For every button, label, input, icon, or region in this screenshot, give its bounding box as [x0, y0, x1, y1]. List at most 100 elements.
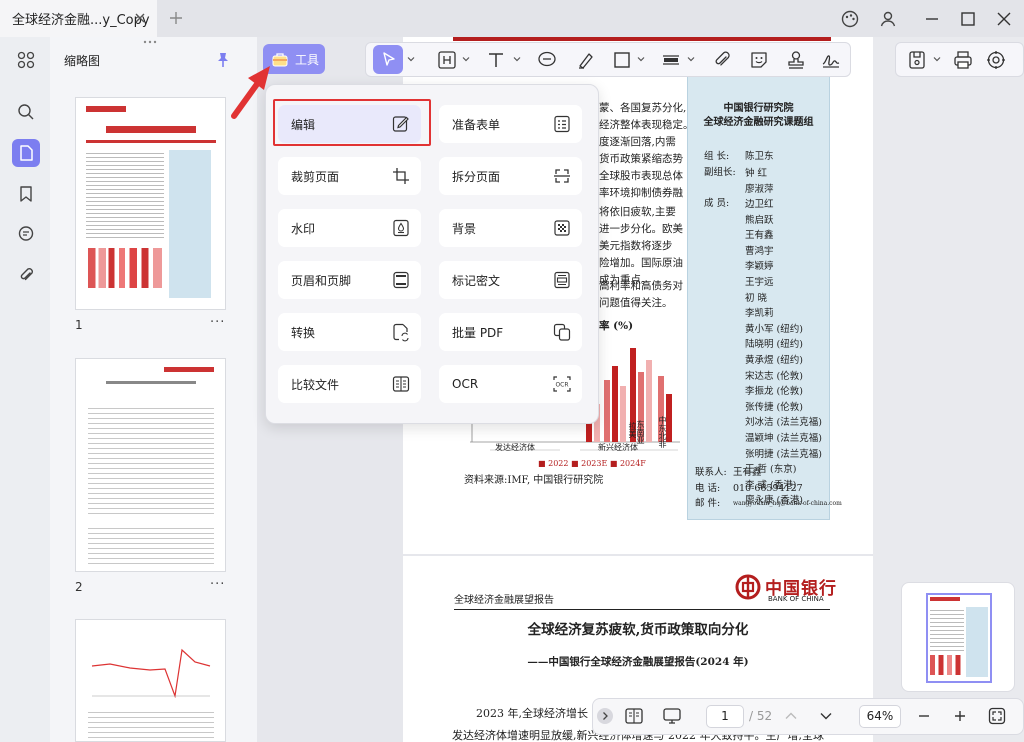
attachments-button[interactable] [12, 261, 40, 289]
highlighter-icon[interactable] [575, 49, 597, 71]
menu-item-crop-page[interactable]: 裁剪页面 [278, 157, 421, 195]
chevron-down-icon[interactable] [513, 55, 521, 63]
team-member: 钟 红 [745, 168, 768, 179]
body-paragraph-1: 蒙、各国复苏分化, 经济整体表现稳定。 度逐渐回落,内需 货币政策紧缩态势 全球… [599, 100, 694, 202]
next-page-icon[interactable] [818, 708, 834, 724]
menu-item-split-page[interactable]: 拆分页面 [439, 157, 582, 195]
team-member: 黄承煜 (纽约) [745, 354, 803, 366]
text-line: 经济整体表现稳定。 [599, 119, 694, 131]
phone-label: 电 话: [695, 483, 721, 494]
text-line: 险增加。国际原油 [599, 257, 683, 269]
text-line: 蒙、各国复苏分化, [599, 102, 687, 114]
search-button[interactable] [12, 98, 40, 126]
team-member: 李凯莉 [745, 308, 774, 320]
red-arrow-annotation [231, 66, 270, 119]
tab-title: 全球经济金融...y_Copy [12, 13, 150, 28]
stamp-icon[interactable] [785, 49, 807, 71]
compare-icon [392, 376, 410, 392]
menu-item-background[interactable]: 背景 [439, 209, 582, 247]
thumb-rule [86, 140, 216, 143]
zoom-in-icon[interactable] [952, 708, 968, 724]
comment-icon[interactable] [536, 49, 558, 71]
signature-icon[interactable] [820, 49, 842, 71]
menu-item-label: 页眉和页脚 [291, 273, 352, 288]
collapse-toolbar-button[interactable] [597, 708, 613, 724]
team-member: 熊启跃 [745, 214, 774, 226]
chevron-down-icon[interactable] [407, 55, 415, 63]
menu-item-redact[interactable]: 标记密文 [439, 261, 582, 299]
menu-item-watermark[interactable]: 水印 [278, 209, 421, 247]
thumb-chart [88, 248, 162, 288]
body-paragraph-2: 将依旧疲软,主要 进一步分化。欧美 美元指数将逐步 险增加。国际原油 成为重点。 [599, 204, 683, 289]
chart-title-fragment: 率 (%) [599, 320, 634, 332]
panel-drag-handle-icon[interactable] [142, 39, 158, 45]
menu-item-prepare-form[interactable]: 准备表单 [439, 105, 582, 143]
split-icon [554, 169, 570, 183]
chevron-down-icon[interactable] [637, 55, 645, 63]
close-window-icon[interactable] [994, 9, 1014, 29]
tools-label: 工具 [295, 52, 320, 67]
ocr-icon: OCR [553, 376, 571, 392]
search-icon [18, 104, 34, 120]
heading-icon[interactable] [436, 49, 458, 71]
menu-item-label: 标记密文 [452, 273, 501, 288]
thumbnail-more-button[interactable]: ··· [210, 577, 225, 592]
presentation-icon[interactable] [662, 706, 682, 726]
chevron-down-icon[interactable] [933, 55, 941, 63]
save-icon[interactable] [906, 49, 928, 71]
maximize-icon[interactable] [958, 9, 978, 29]
grid-view-button[interactable] [12, 46, 40, 74]
thumbnails-title: 缩略图 [64, 54, 101, 68]
menu-item-compare-files[interactable]: 比较文件 [278, 365, 421, 403]
menu-item-convert[interactable]: 转换 [278, 313, 421, 351]
thumbnail-page-3[interactable] [75, 619, 226, 742]
highlight-frame [273, 99, 431, 146]
previous-page-icon[interactable] [783, 708, 799, 724]
comments-button[interactable] [12, 220, 40, 248]
attachment-icon[interactable] [711, 49, 733, 71]
thumbnail-page-2[interactable] [75, 358, 226, 572]
print-icon[interactable] [952, 49, 974, 71]
account-icon[interactable] [878, 9, 898, 29]
text-line: 高利率和高债务对 [599, 280, 683, 292]
team-deputy-label: 副组长: [704, 167, 736, 178]
menu-item-ocr[interactable]: OCR OCR [439, 365, 582, 403]
chevron-down-icon[interactable] [687, 55, 695, 63]
contact-name: 王有鑫 [733, 467, 762, 478]
sticker-icon[interactable] [748, 49, 770, 71]
bookmark-icon [20, 186, 32, 202]
thumbnail-more-button[interactable]: ··· [210, 315, 225, 330]
zoom-level-input[interactable]: 64% [859, 705, 901, 728]
bar [646, 360, 652, 442]
text-icon[interactable] [485, 49, 507, 71]
select-tool-button[interactable] [373, 45, 403, 74]
text-line: 进一步分化。欧美 [599, 223, 683, 235]
team-member: 温颖坤 (法兰克福) [745, 432, 822, 444]
team-member: 张传捷 (伦敦) [745, 401, 803, 413]
menu-item-batch-pdf[interactable]: 批量 PDF [439, 313, 582, 351]
page-number-input[interactable]: 1 [706, 705, 744, 728]
reading-mode-icon[interactable] [624, 706, 644, 726]
document-tab[interactable]: 全球经济金融...y_Copy [0, 0, 157, 37]
rectangle-icon[interactable] [611, 49, 633, 71]
menu-item-header-footer[interactable]: 页眉和页脚 [278, 261, 421, 299]
ai-assistant-icon[interactable] [985, 49, 1007, 71]
paperclip-icon [20, 268, 33, 281]
zoom-out-icon[interactable] [916, 708, 932, 724]
thumb-line-chart [91, 648, 211, 698]
minimize-icon[interactable] [922, 9, 942, 29]
page2-subtitle: ——中国银行全球经济金融展望报告(2024 年) [527, 656, 749, 668]
new-tab-icon[interactable] [168, 10, 184, 26]
fit-page-icon[interactable] [987, 706, 1007, 726]
thumbnails-button[interactable] [12, 139, 40, 167]
thumbnail-page-1[interactable] [75, 97, 226, 310]
page2-body-line: 2023 年,全球经济增长 [476, 707, 588, 720]
team-deputies: 钟 红 廖淑萍 [745, 166, 774, 197]
measure-icon[interactable] [660, 49, 682, 71]
close-tab-icon[interactable] [133, 11, 147, 25]
team-leader: 陈卫东 [745, 151, 774, 162]
chevron-down-icon[interactable] [462, 55, 470, 63]
page-minimap[interactable] [901, 582, 1015, 692]
theme-palette-icon[interactable] [840, 9, 860, 29]
bookmarks-button[interactable] [12, 180, 40, 208]
